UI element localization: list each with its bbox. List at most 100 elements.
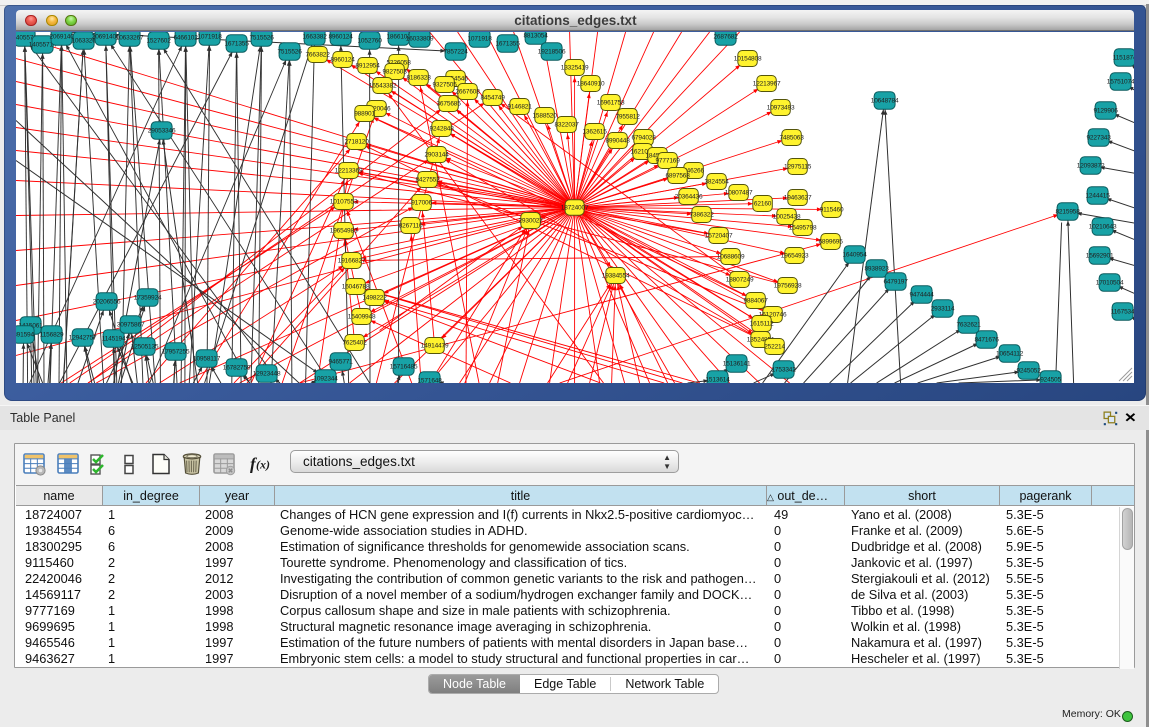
svg-text:2903144: 2903144 — [425, 151, 450, 158]
svg-text:16543382: 16543382 — [369, 82, 397, 89]
svg-text:17010504: 17010504 — [1096, 279, 1124, 286]
svg-text:18640910: 18640910 — [577, 80, 605, 87]
svg-text:7857224: 7857224 — [444, 48, 469, 55]
svg-text:15716485: 15716485 — [390, 363, 418, 370]
svg-text:1571648: 1571648 — [418, 377, 443, 382]
svg-text:8938923: 8938923 — [865, 265, 890, 272]
svg-text:1498222: 1498222 — [363, 294, 388, 301]
svg-text:10688609: 10688609 — [717, 253, 745, 260]
svg-text:7515526: 7515526 — [278, 48, 303, 55]
svg-text:9146821: 9146821 — [508, 103, 533, 110]
svg-text:10654112: 10654112 — [996, 350, 1024, 357]
svg-text:8427552: 8427552 — [416, 176, 441, 183]
svg-text:30975867: 30975867 — [117, 321, 145, 328]
svg-text:1156829: 1156829 — [40, 331, 64, 338]
svg-text:1362615: 1362615 — [583, 128, 608, 135]
svg-text:3675685: 3675685 — [437, 100, 462, 107]
svg-text:15720407: 15720407 — [705, 232, 733, 239]
svg-text:12505135: 12505135 — [131, 343, 159, 350]
svg-text:(x): (x) — [256, 457, 270, 471]
svg-text:10807487: 10807487 — [725, 189, 753, 196]
svg-text:7515526: 7515526 — [250, 34, 275, 41]
svg-text:2718120: 2718120 — [345, 138, 370, 145]
svg-text:6897568: 6897568 — [666, 172, 691, 179]
svg-text:3824554: 3824554 — [705, 178, 730, 185]
svg-text:12213967: 12213967 — [753, 80, 781, 87]
svg-text:16782759: 16782759 — [223, 364, 251, 371]
svg-text:62160: 62160 — [754, 200, 772, 207]
svg-text:15495798: 15495798 — [789, 224, 817, 231]
svg-text:10107553: 10107553 — [330, 198, 358, 205]
svg-text:1671355: 1671355 — [225, 40, 250, 47]
svg-text:12975115: 12975115 — [784, 163, 812, 170]
svg-text:15409948: 15409948 — [348, 313, 376, 320]
svg-text:8267110: 8267110 — [399, 222, 423, 229]
svg-text:10154808: 10154808 — [734, 55, 762, 62]
svg-text:252214: 252214 — [765, 343, 786, 350]
svg-text:9884067: 9884067 — [744, 297, 769, 304]
svg-text:18724007: 18724007 — [561, 204, 589, 211]
svg-text:9245052: 9245052 — [1017, 367, 1042, 374]
svg-text:1071918: 1071918 — [198, 33, 223, 40]
svg-text:1671355: 1671355 — [496, 40, 521, 47]
svg-text:1527602: 1527602 — [147, 37, 172, 44]
svg-text:9227343: 9227343 — [1087, 134, 1112, 141]
svg-text:917006: 917006 — [412, 199, 433, 206]
svg-text:9777169: 9777169 — [656, 157, 681, 164]
svg-text:9827503: 9827503 — [383, 68, 408, 75]
svg-text:6899695: 6899695 — [819, 238, 844, 245]
svg-text:7485063: 7485063 — [780, 134, 805, 141]
svg-text:1071918: 1071918 — [468, 35, 493, 42]
svg-text:12942757: 12942757 — [69, 334, 97, 341]
svg-text:1753342: 1753342 — [772, 366, 797, 373]
svg-text:1640954: 1640954 — [843, 251, 868, 258]
svg-text:19654923: 19654923 — [781, 252, 809, 259]
svg-text:988901: 988901 — [355, 110, 376, 117]
svg-text:16961758: 16961758 — [597, 99, 625, 106]
svg-text:2687682: 2687682 — [714, 33, 739, 40]
svg-text:9327505: 9327505 — [433, 81, 458, 88]
svg-text:924505: 924505 — [1041, 376, 1062, 382]
svg-text:10973493: 10973493 — [767, 104, 795, 111]
svg-text:12213369: 12213369 — [335, 167, 363, 174]
svg-text:19654983: 19654983 — [330, 227, 358, 234]
svg-text:7632621: 7632621 — [957, 321, 982, 328]
svg-text:8960124: 8960124 — [329, 33, 354, 40]
svg-text:1092344: 1092344 — [314, 375, 339, 382]
svg-text:15751074: 15751074 — [1107, 78, 1134, 85]
svg-text:17957255: 17957255 — [162, 348, 190, 355]
svg-text:9115460: 9115460 — [820, 206, 844, 213]
svg-text:1663382: 1663382 — [303, 33, 328, 40]
svg-text:6479197: 6479197 — [884, 278, 909, 285]
svg-text:1167534: 1167534 — [1111, 308, 1134, 315]
svg-text:8454749: 8454749 — [481, 94, 506, 101]
svg-text:16033809: 16033809 — [406, 35, 434, 42]
svg-text:19463627: 19463627 — [784, 194, 812, 201]
svg-text:2667608: 2667608 — [456, 88, 481, 95]
svg-text:6466102: 6466102 — [174, 34, 199, 41]
svg-text:17359924: 17359924 — [134, 294, 162, 301]
svg-text:9129906: 9129906 — [1094, 107, 1119, 114]
svg-text:10210643: 10210643 — [1089, 223, 1117, 230]
svg-text:19384554: 19384554 — [602, 272, 630, 279]
svg-text:8960124: 8960124 — [331, 56, 356, 63]
svg-text:19756928: 19756928 — [774, 282, 802, 289]
svg-text:8990448: 8990448 — [606, 137, 631, 144]
svg-text:6794028: 6794028 — [632, 134, 657, 141]
svg-text:14914479: 14914479 — [421, 342, 449, 349]
svg-text:2933114: 2933114 — [931, 305, 955, 312]
svg-text:7386322: 7386322 — [690, 211, 715, 218]
svg-text:10648784: 10648784 — [871, 97, 899, 104]
svg-text:20364436: 20364436 — [675, 193, 703, 200]
svg-text:7955812: 7955812 — [616, 113, 641, 120]
svg-text:19218506: 19218506 — [538, 48, 566, 55]
svg-text:29053346: 29053346 — [148, 127, 176, 134]
svg-text:8322037: 8322037 — [555, 121, 580, 128]
svg-text:1244415: 1244415 — [1086, 192, 1111, 199]
svg-text:15136141: 15136141 — [723, 360, 751, 367]
svg-text:2930027: 2930027 — [519, 217, 544, 224]
svg-text:1588520: 1588520 — [533, 112, 558, 119]
svg-text:1052760: 1052760 — [358, 37, 383, 44]
svg-text:12923448: 12923448 — [253, 370, 281, 377]
svg-text:7625402: 7625402 — [343, 339, 368, 346]
